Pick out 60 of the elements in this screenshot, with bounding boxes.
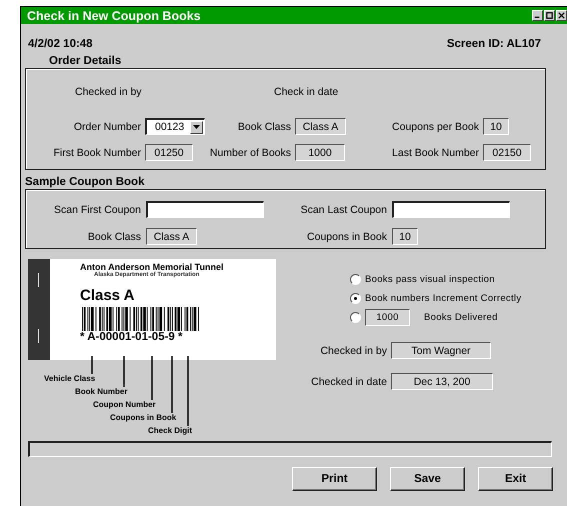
field-label: Last Book Number (391, 146, 479, 158)
maximize-button[interactable] (544, 10, 555, 21)
dropdown-arrow-icon (193, 125, 200, 129)
field-label: Book Class (236, 120, 291, 132)
annotation-label: Book Number (75, 387, 128, 397)
field-label: Book Class (86, 230, 141, 242)
close-button[interactable] (556, 10, 567, 21)
annotation-label: Coupon Number (93, 400, 156, 410)
annotation-label: Check Digit (148, 426, 192, 436)
annotation-label: Vehicle Class (44, 374, 96, 384)
close-icon (557, 11, 566, 20)
field-label: Checked in by (319, 344, 387, 356)
field-label: Order Number (72, 120, 141, 132)
radio-label: Book numbers Increment Correctly (365, 292, 522, 304)
timestamp: 4/2/02 10:48 (28, 38, 93, 51)
radio-label: Books pass visual inspection (365, 274, 495, 284)
action-button[interactable]: Print (292, 467, 377, 491)
readonly-field: Dec 13, 200 (391, 373, 493, 390)
radio-button[interactable] (350, 312, 361, 322)
field-label: Scan Last Coupon (300, 204, 387, 216)
annotation-label: Coupons in Book (110, 413, 176, 423)
readonly-field: Class A (295, 118, 346, 135)
readonly-field: 1000 (365, 308, 410, 326)
field-label: Check in date (273, 86, 340, 100)
coupon-code: * A-00001-01-05-9 * (80, 331, 182, 344)
dropdown-field[interactable]: 00123 (145, 118, 205, 135)
leader-line (91, 356, 93, 374)
radio-label: Books Delivered (424, 312, 498, 322)
maximize-icon (545, 11, 554, 20)
readonly-field: 10 (392, 228, 418, 245)
leader-line (151, 356, 153, 400)
leader-line (171, 356, 173, 413)
field-label: First Book Number (52, 146, 141, 158)
readonly-field: 01250 (145, 144, 193, 161)
readonly-field: 10 (483, 118, 509, 135)
field-label: Checked in by (74, 86, 143, 98)
leader-line (123, 356, 125, 387)
field-label: Scan First Coupon (53, 204, 141, 216)
readonly-field: 1000 (295, 144, 345, 161)
radio-button[interactable] (350, 274, 361, 284)
field-label: Coupons per Book (391, 120, 479, 132)
action-button[interactable]: Exit (478, 467, 553, 491)
window-title: Check in New Coupon Books (27, 8, 201, 22)
field-label: Checked in date (310, 376, 387, 388)
field-label: Coupons in Book (306, 230, 387, 242)
field-label: Number of Books (208, 146, 291, 158)
leader-line (187, 356, 189, 426)
readonly-field: Tom Wagner (391, 342, 491, 359)
input-field[interactable] (146, 201, 264, 218)
minimize-button[interactable] (532, 10, 543, 21)
readonly-field: Class A (146, 228, 197, 245)
input-field[interactable] (392, 201, 510, 218)
screen-id: Screen ID: AL107 (446, 38, 541, 51)
agency-name: Anton Anderson Memorial Tunnel (80, 262, 224, 272)
coupon-class: Class A (80, 287, 134, 304)
section-title: Order Details (49, 55, 122, 68)
action-button[interactable]: Save (390, 467, 465, 491)
readonly-field: 02150 (483, 144, 531, 161)
radio-button[interactable] (350, 292, 361, 304)
section-title: Sample Coupon Book (25, 176, 144, 189)
